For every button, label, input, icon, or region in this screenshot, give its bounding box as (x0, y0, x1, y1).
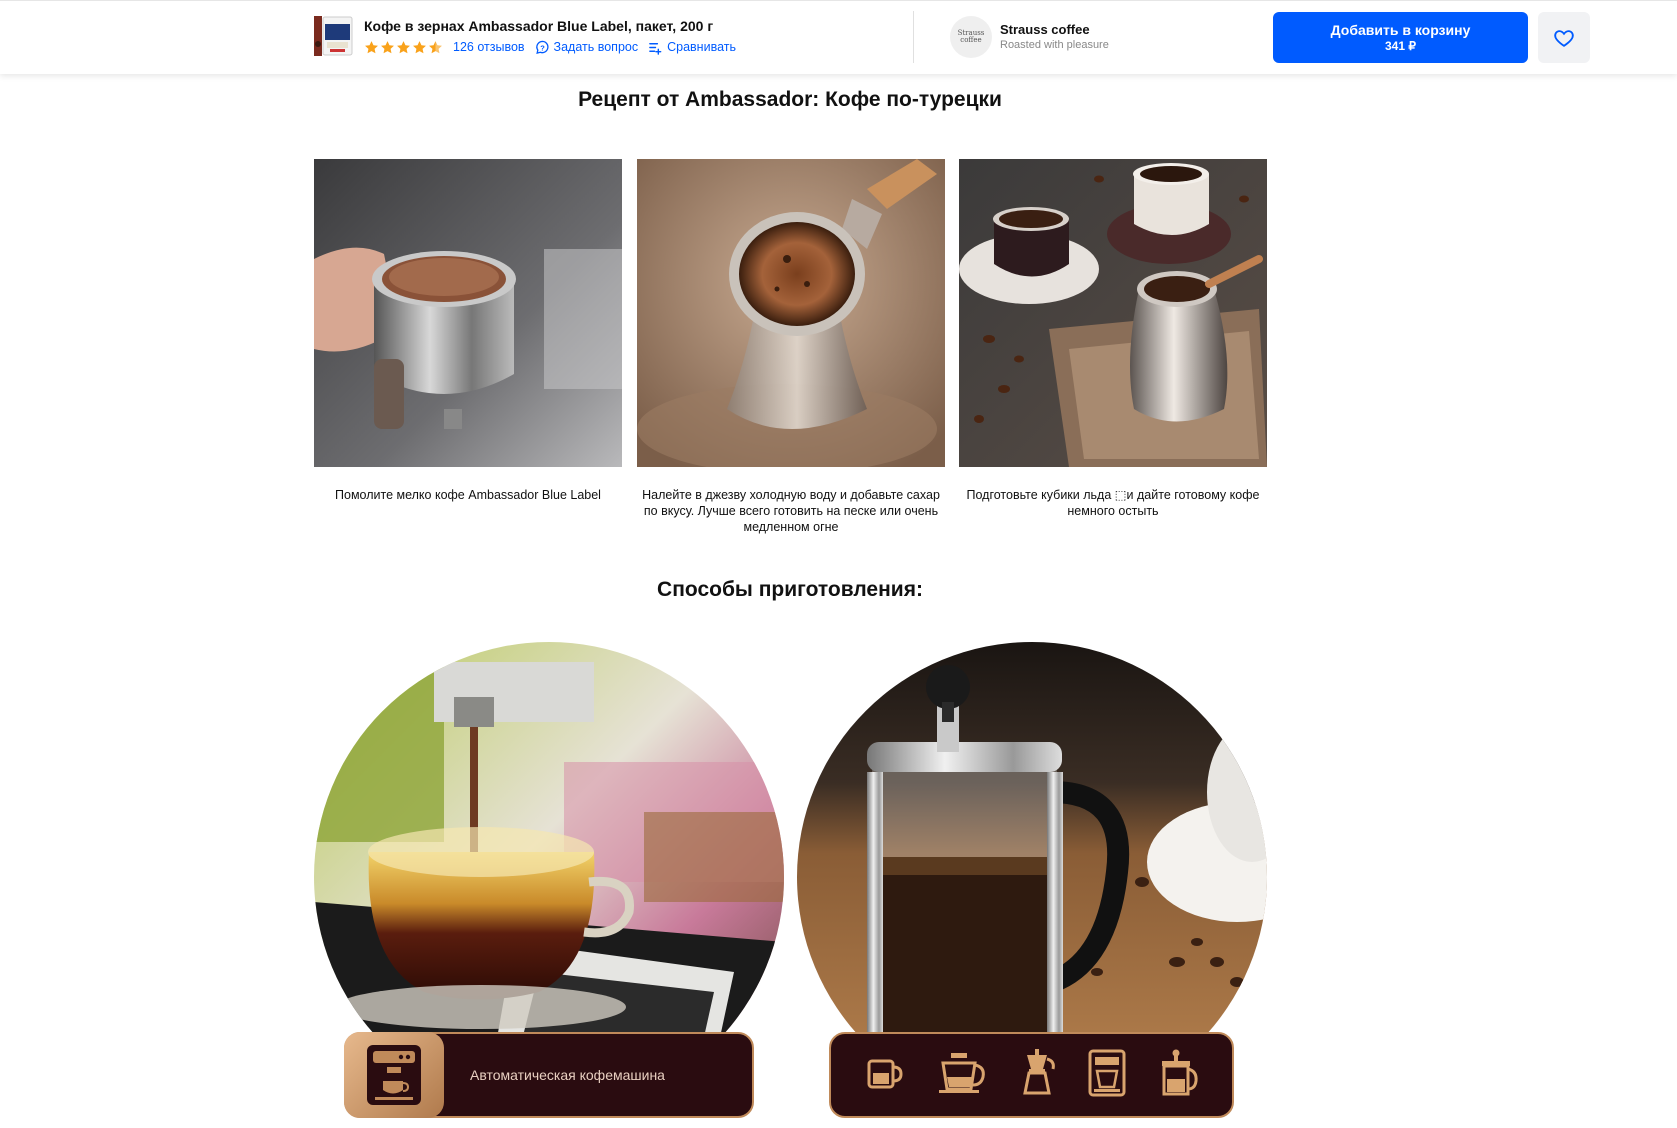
product-thumbnail[interactable] (312, 14, 354, 58)
product-price: 341 ₽ (1385, 38, 1416, 53)
header-divider (913, 11, 914, 63)
methods-heading: Способы приготовления: (657, 578, 923, 601)
question-bubble-icon: ? (535, 40, 549, 54)
star-icon (397, 40, 410, 53)
add-to-cart-button[interactable]: Добавить в корзину 341 ₽ (1273, 12, 1528, 63)
product-meta-row: 126 отзывов ? Задать вопрос Сравнивать (364, 38, 736, 56)
reviews-link[interactable]: 126 отзывов (453, 40, 525, 54)
recipe-step-image-cezve (637, 159, 945, 467)
add-to-cart-label: Добавить в корзину (1330, 21, 1471, 38)
recipe-step-image-cups (959, 159, 1267, 467)
sticky-product-header: Кофе в зернах Ambassador Blue Label, пак… (0, 0, 1677, 74)
heart-icon (1554, 29, 1574, 47)
product-title[interactable]: Кофе в зернах Ambassador Blue Label, пак… (364, 18, 713, 34)
method-label: Автоматическая кофемашина (470, 1067, 665, 1083)
recipe-step-caption: Подготовьте кубики льда ⬚и дайте готовом… (966, 488, 1260, 518)
seller-logo[interactable]: Strauss coffee (950, 16, 992, 58)
method-card-french-press (797, 642, 1267, 1128)
recipe-heading: Рецепт от Ambassador: Кофе по-турецки (578, 88, 1002, 111)
cup-icon (863, 1051, 907, 1100)
french-press-icon (1156, 1049, 1200, 1102)
star-icon (381, 40, 394, 53)
recipe-step-caption: Помолите мелко кофе Ambassador Blue Labe… (335, 488, 601, 502)
coffee-machine-icon (344, 1032, 444, 1118)
star-icon (365, 40, 378, 53)
compare-label: Сравнивать (667, 40, 736, 54)
recipe-step-image-grind (314, 159, 622, 467)
moka-pot-icon (1017, 1048, 1057, 1102)
seller-tagline: Roasted with pleasure (1000, 39, 1109, 51)
ask-question-label: Задать вопрос (553, 40, 639, 54)
star-icon (413, 40, 426, 53)
ask-question-link[interactable]: ? Задать вопрос (535, 40, 639, 55)
method-badge-espresso: Автоматическая кофемашина (344, 1032, 754, 1118)
compare-link[interactable]: Сравнивать (648, 40, 736, 55)
pour-over-icon (935, 1051, 989, 1100)
seller-name[interactable]: Strauss coffee (1000, 22, 1090, 37)
star-half-icon (429, 40, 442, 53)
rating-stars[interactable] (364, 40, 443, 55)
favorite-button[interactable] (1538, 12, 1590, 63)
method-badge-brew-types (829, 1032, 1234, 1118)
compare-icon (649, 42, 662, 55)
drip-machine-icon (1086, 1049, 1128, 1102)
brew-method-icons (831, 1048, 1232, 1102)
method-card-espresso: Автоматическая кофемашина (314, 642, 784, 1128)
recipe-step-caption: Налейте в джезву холодную воду и добавьт… (642, 488, 940, 534)
svg-text:?: ? (540, 43, 545, 52)
